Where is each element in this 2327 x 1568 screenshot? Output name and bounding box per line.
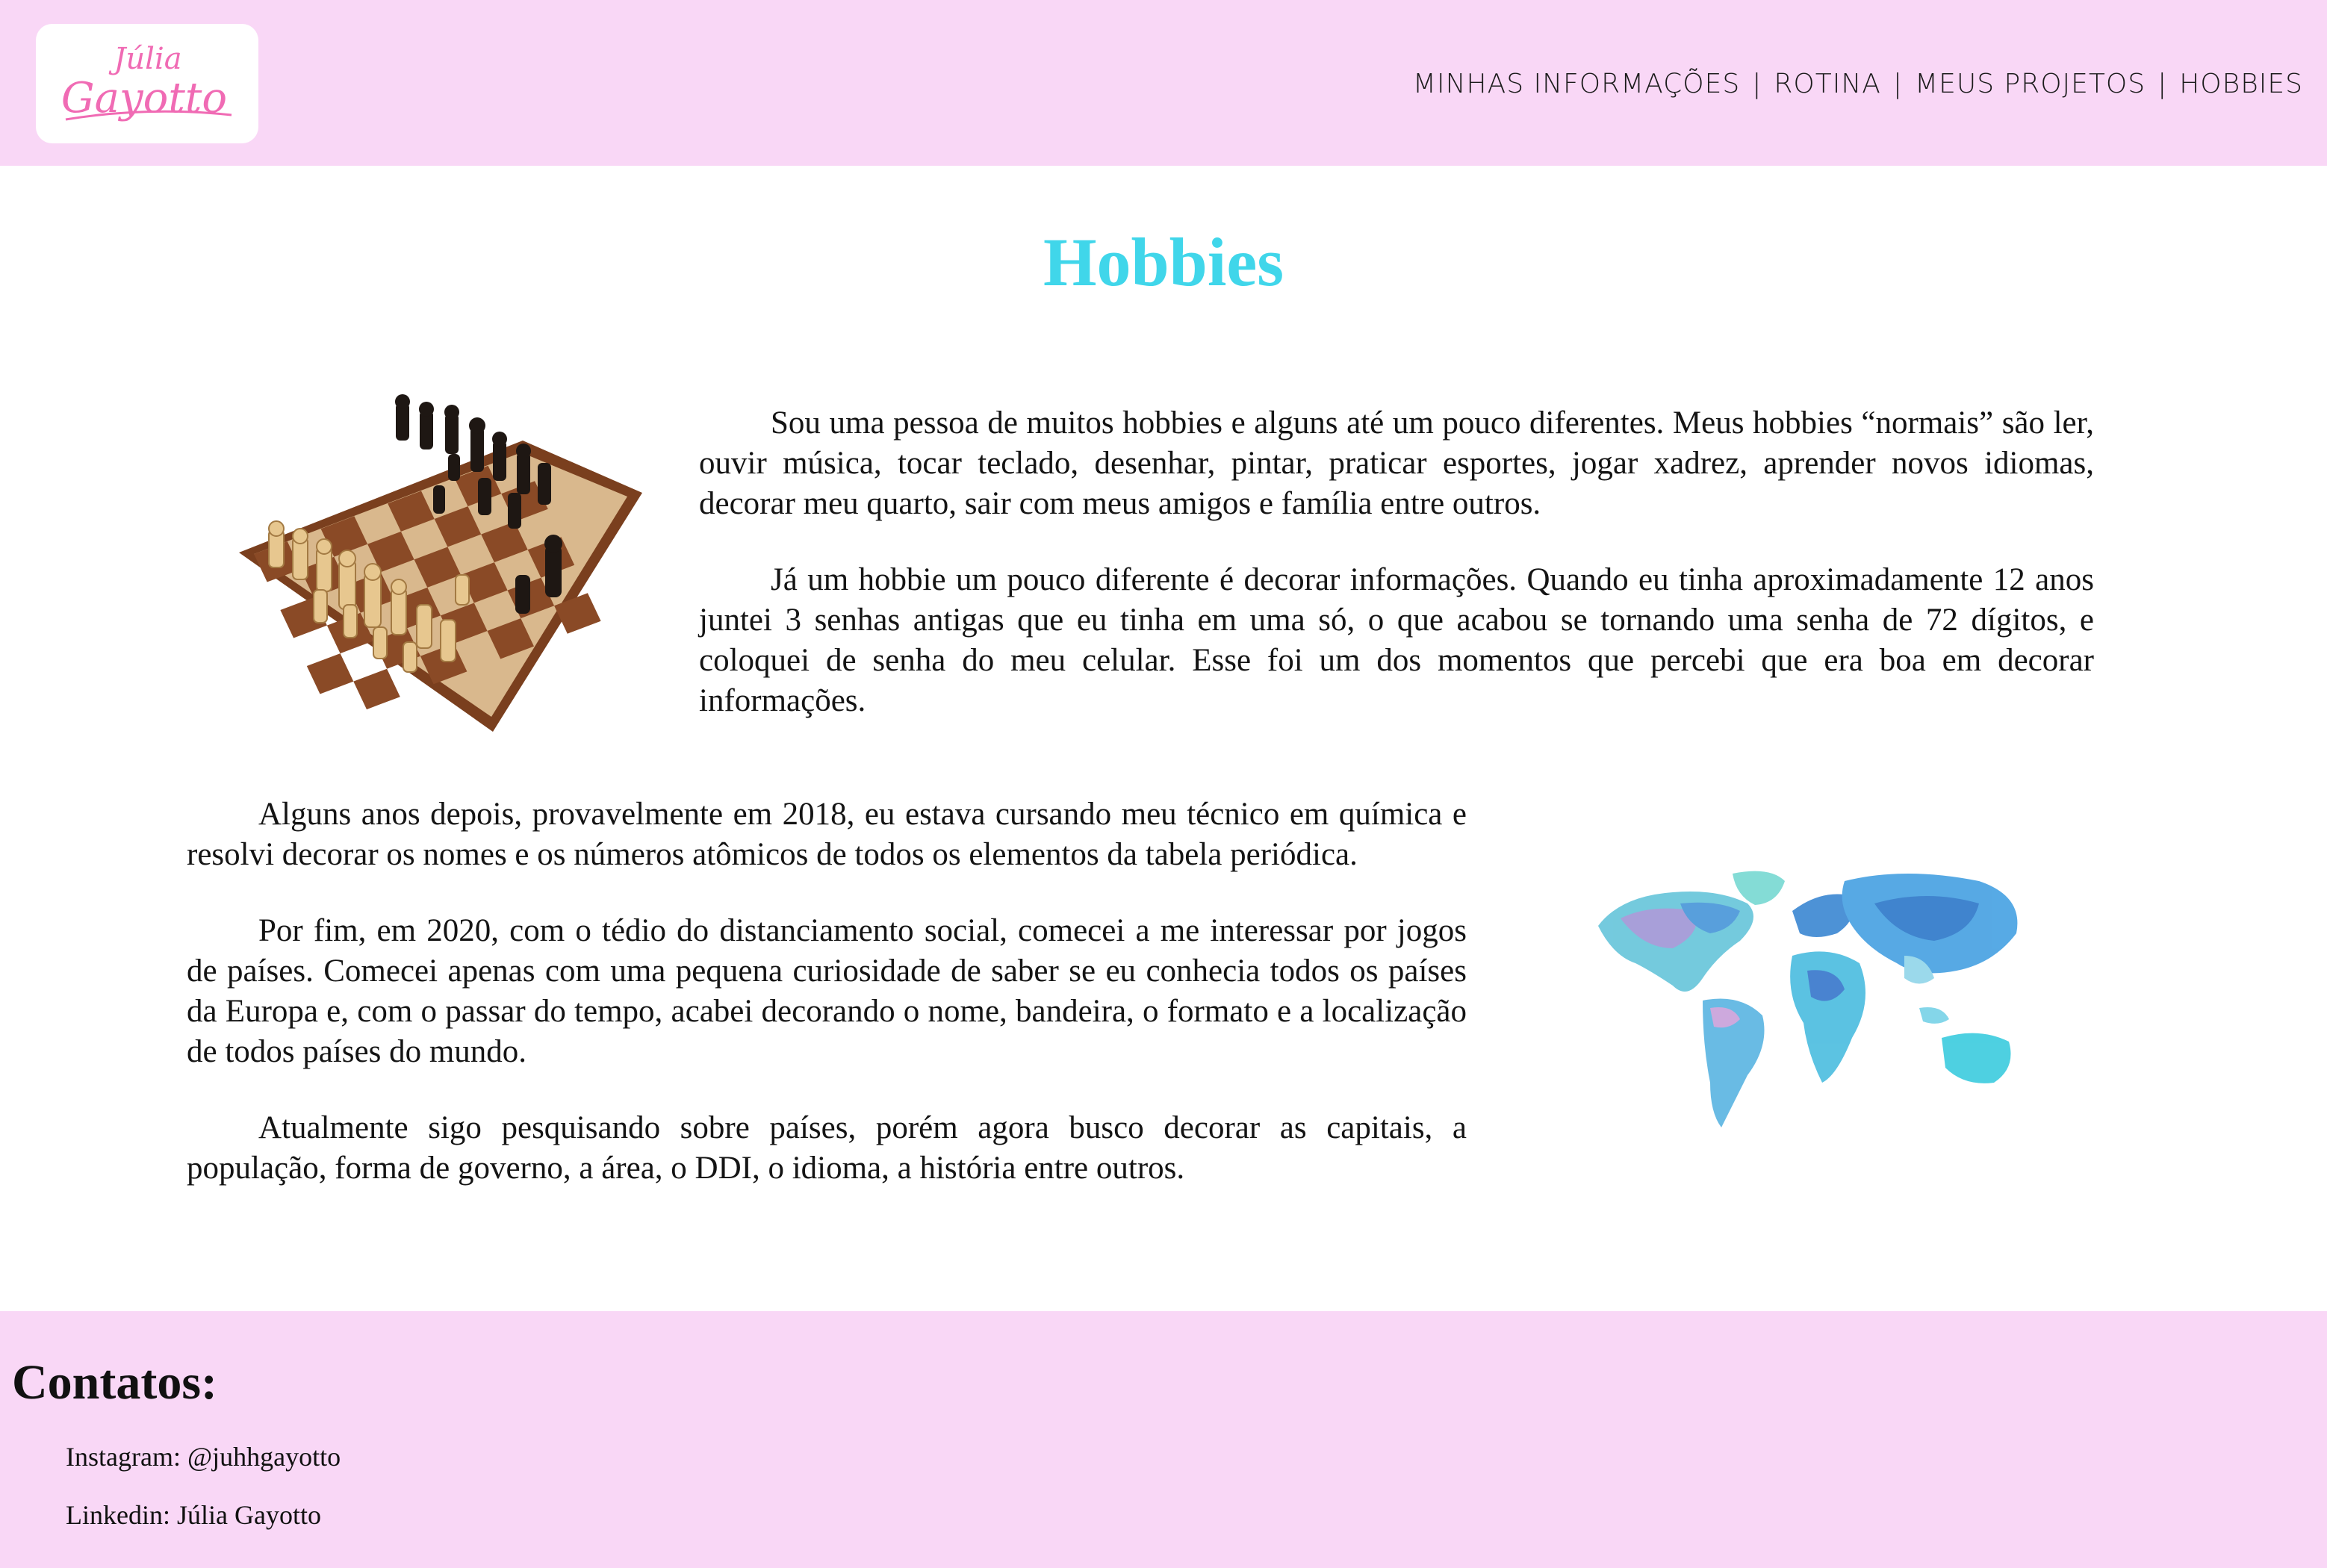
logo-script-image: Júlia Gayotto (61, 42, 232, 122)
hobbies-details: Alguns anos depois, provavelmente em 201… (187, 794, 1467, 1225)
paragraph: Sou uma pessoa de muitos hobbies e algun… (699, 405, 2094, 521)
logo-line1: Júlia (108, 42, 181, 76)
site-header: Júlia Gayotto MINHAS INFORMAÇÕES | ROTIN… (0, 0, 2327, 166)
nav-separator: | (1892, 68, 1904, 99)
paragraph: Por fim, em 2020, com o tédio do distanc… (187, 913, 1467, 1069)
world-map-image (1591, 859, 2039, 1157)
nav-link-meus-projetos[interactable]: MEUS PROJETOS (1915, 69, 2146, 99)
paragraph: Alguns anos depois, provavelmente em 201… (187, 797, 1467, 872)
nav-separator: | (2157, 68, 2168, 99)
nav-link-hobbies[interactable]: HOBBIES (2179, 69, 2303, 99)
contact-instagram[interactable]: Instagram: @juhhgayotto (66, 1441, 341, 1472)
hobbies-intro: Sou uma pessoa de muitos hobbies e algun… (699, 403, 2094, 757)
logo[interactable]: Júlia Gayotto (36, 24, 258, 143)
contact-linkedin[interactable]: Linkedin: Júlia Gayotto (66, 1499, 321, 1531)
logo-line2: Gayotto (61, 74, 227, 122)
chessboard-image (224, 381, 657, 739)
main-nav: MINHAS INFORMAÇÕES | ROTINA | MEUS PROJE… (1413, 61, 2303, 106)
contacts-title: Contatos: (12, 1355, 217, 1410)
nav-link-rotina[interactable]: ROTINA (1774, 69, 1881, 99)
site-footer: Contatos: Instagram: @juhhgayotto Linked… (0, 1311, 2327, 1568)
nav-separator: | (1752, 68, 1762, 99)
page-title: Hobbies (1043, 224, 1284, 300)
nav-link-minhas-informacoes[interactable]: MINHAS INFORMAÇÕES (1413, 69, 1740, 99)
paragraph: Atualmente sigo pesquisando sobre países… (187, 1110, 1467, 1186)
paragraph: Já um hobbie um pouco diferente é decora… (699, 562, 2094, 718)
